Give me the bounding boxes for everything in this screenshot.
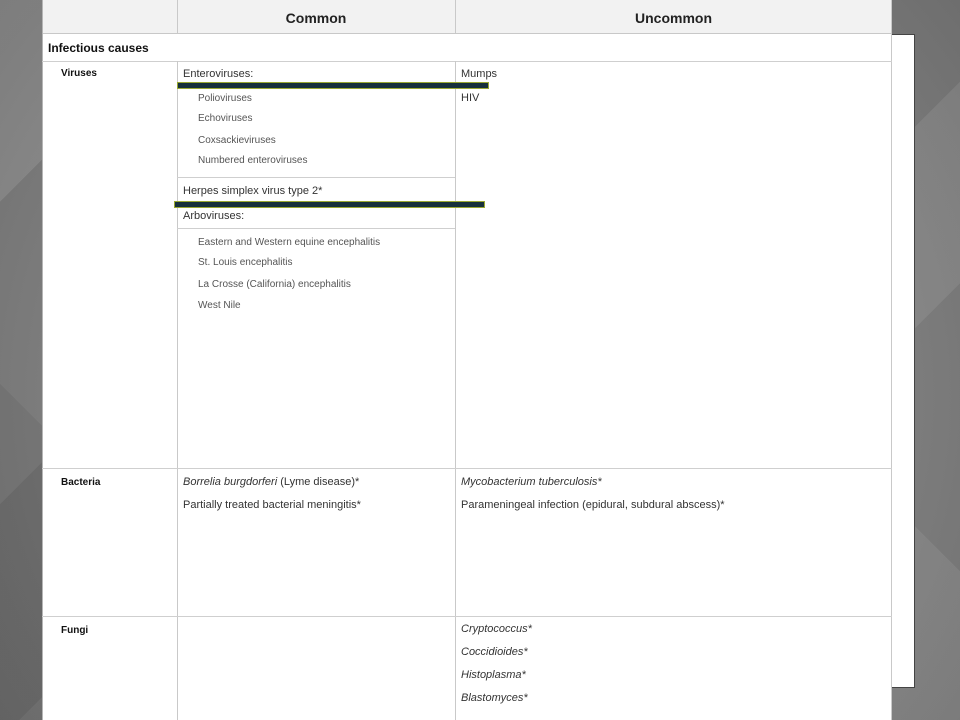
header-divider-2 (455, 0, 456, 33)
fungi-item: Blastomyces* (461, 692, 528, 704)
list-item: St. Louis encephalitis (198, 257, 293, 268)
uncommon-item: Mumps (461, 68, 498, 80)
fungi-item: Coccidioides* (461, 646, 528, 658)
col-divider-1 (177, 61, 178, 720)
differential-table: Common Uncommon Infectious causes Viruse… (42, 0, 892, 720)
section-title: Infectious causes (48, 41, 149, 55)
list-item: La Crosse (California) encephalitis (198, 279, 351, 290)
row-label-fungi: Fungi (61, 625, 89, 636)
col-divider-2 (455, 61, 456, 720)
partial-meningitis-item: Partially treated bacterial meningitis* (183, 499, 361, 511)
list-item: Polioviruses (198, 93, 252, 104)
list-item: Eastern and Western equine encephalitis (198, 237, 381, 248)
arboviruses-heading: Arboviruses: (183, 210, 245, 222)
parameningeal-item: Parameningeal infection (epidural, subdu… (461, 499, 725, 511)
section-divider (42, 61, 892, 62)
header-uncommon: Uncommon (635, 10, 712, 26)
row-label-viruses: Viruses (61, 68, 97, 79)
list-item: Echoviruses (198, 113, 253, 124)
header-common: Common (285, 10, 347, 26)
row-label-bacteria: Bacteria (61, 477, 101, 488)
borrelia-item: Borrelia burgdorferi (Lyme disease)* (183, 476, 359, 488)
list-item: West Nile (198, 300, 241, 311)
fungi-item: Histoplasma* (461, 669, 526, 681)
highlight-bar-enteroviruses (177, 82, 489, 89)
borrelia-note: (Lyme disease)* (277, 476, 360, 488)
uncommon-item: HIV (461, 92, 480, 104)
hsv-divider-top (177, 177, 455, 178)
header-divider-1 (177, 0, 178, 33)
highlight-bar-arboviruses (174, 201, 485, 208)
row-divider-bacteria (42, 468, 892, 469)
borrelia-name: Borrelia burgdorferi (183, 476, 278, 488)
mtb-item: Mycobacterium tuberculosis* (461, 476, 602, 488)
fungi-item: Cryptococcus* (461, 623, 532, 635)
row-divider-fungi (42, 616, 892, 617)
arbo-divider (177, 228, 455, 229)
list-item: Coxsackieviruses (198, 135, 276, 146)
right-border (891, 0, 892, 720)
table-header: Common Uncommon (42, 0, 892, 34)
hsv-item: Herpes simplex virus type 2* (183, 185, 323, 197)
list-item: Numbered enteroviruses (198, 155, 308, 166)
enteroviruses-heading: Enteroviruses: (183, 68, 254, 80)
left-border (42, 0, 43, 720)
